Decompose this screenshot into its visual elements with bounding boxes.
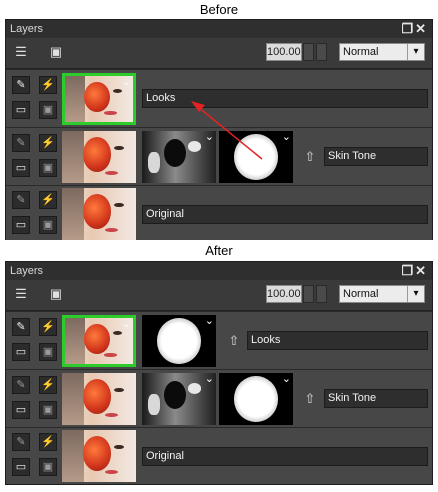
visibility-monitor-icon[interactable]: ▭ xyxy=(12,458,30,476)
panel-title: Layers xyxy=(10,265,44,277)
layer-mask-toggle-icon[interactable]: ▣ xyxy=(39,343,57,361)
visibility-monitor-icon[interactable]: ▭ xyxy=(12,401,30,419)
mask-icon[interactable]: ▣ xyxy=(48,286,64,302)
layers-panel-after: Layers ❐✕ ☰ ▣ 100.00 Normal ▾ ✎ ⚡ ▭ ▣ ⌄ … xyxy=(5,261,433,485)
luminosity-mask-thumbnail[interactable]: ⌄ xyxy=(142,373,216,425)
effects-bolt-icon[interactable]: ⚡ xyxy=(39,318,57,336)
chevron-down-icon: ▾ xyxy=(407,286,424,302)
layer-name-field[interactable]: Original xyxy=(142,447,428,466)
circle-mask-thumbnail[interactable]: ⌄ xyxy=(219,373,293,425)
restore-window-icon[interactable]: ❐ xyxy=(401,263,415,278)
after-caption: After xyxy=(205,243,233,258)
edit-layer-icon[interactable]: ✎ xyxy=(12,318,30,336)
effects-bolt-icon[interactable]: ⚡ xyxy=(39,433,57,451)
layers-settings-icon[interactable]: ☰ xyxy=(13,286,29,302)
close-icon[interactable]: ✕ xyxy=(415,263,428,278)
edit-layer-icon[interactable]: ✎ xyxy=(12,433,30,451)
thumbnail-chevron-icon[interactable]: ⌄ xyxy=(205,374,214,385)
export-mask-icon[interactable]: ⇧ xyxy=(227,333,241,349)
edit-layer-icon[interactable]: ✎ xyxy=(12,376,30,394)
layer-mask-toggle-icon[interactable]: ▣ xyxy=(39,458,57,476)
thumbnail-chevron-icon[interactable]: ⌄ xyxy=(205,316,214,327)
panel-titlebar: Layers ❐✕ xyxy=(6,262,432,280)
layer-row-original[interactable]: ✎ ⚡ ▭ ▣ Original xyxy=(6,427,432,484)
opacity-field[interactable]: 100.00 xyxy=(266,285,302,303)
layer-mask-toggle-icon[interactable]: ▣ xyxy=(39,401,57,419)
layer-row-skin-tone[interactable]: ✎ ⚡ ▭ ▣ ⌄ ⌄ ⇧ Skin Tone xyxy=(6,369,432,427)
thumbnail-chevron-icon[interactable]: ⌄ xyxy=(122,319,131,330)
effects-bolt-icon[interactable]: ⚡ xyxy=(39,376,57,394)
blend-mode-value: Normal xyxy=(343,288,379,300)
layer-thumbnail[interactable] xyxy=(62,430,136,482)
layer-row-looks[interactable]: ✎ ⚡ ▭ ▣ ⌄ ⌄ ⇧ Looks xyxy=(6,311,432,369)
annotation-arrow-line xyxy=(197,106,263,160)
layer-thumbnail[interactable]: ⌄ xyxy=(62,315,136,367)
panel-toolbar: ☰ ▣ 100.00 Normal ▾ xyxy=(6,280,432,311)
layer-name-field[interactable]: Skin Tone xyxy=(324,389,428,408)
circle-mask-thumbnail[interactable]: ⌄ xyxy=(142,315,216,367)
thumbnail-chevron-icon[interactable]: ⌄ xyxy=(282,374,291,385)
layer-thumbnail[interactable] xyxy=(62,373,136,425)
opacity-slider-button[interactable] xyxy=(316,285,327,303)
opacity-stepper[interactable] xyxy=(303,285,314,303)
export-mask-icon[interactable]: ⇧ xyxy=(303,391,317,407)
visibility-monitor-icon[interactable]: ▭ xyxy=(12,343,30,361)
blend-mode-select[interactable]: Normal ▾ xyxy=(339,285,425,303)
layer-name-field[interactable]: Looks xyxy=(247,331,428,350)
